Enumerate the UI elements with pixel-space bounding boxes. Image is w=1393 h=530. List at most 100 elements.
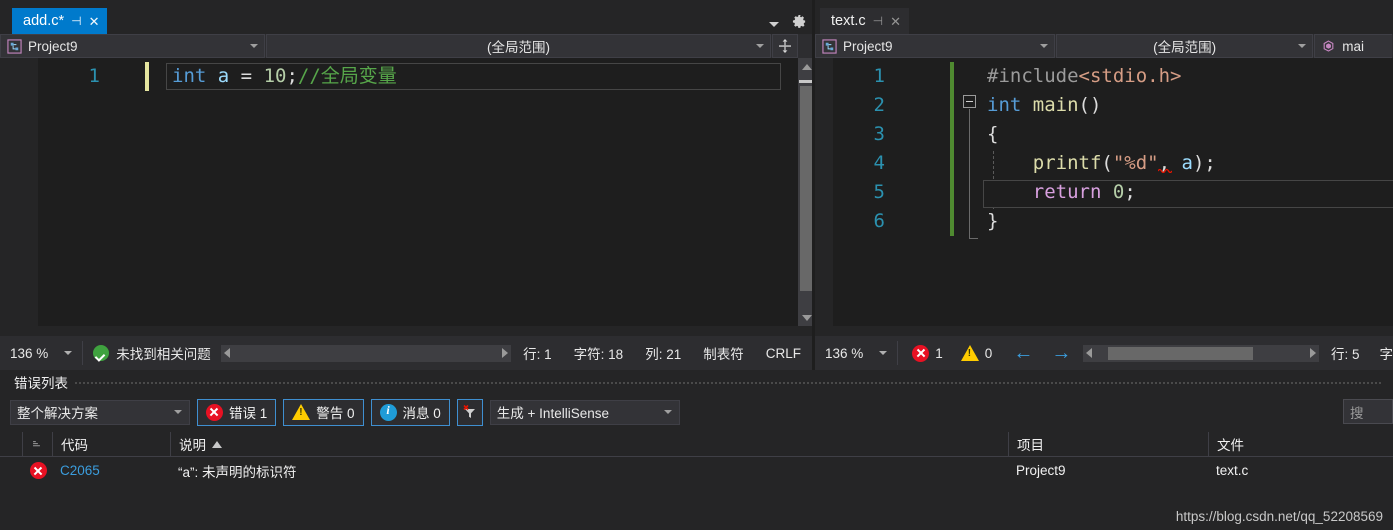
code-token: return [1032,181,1102,203]
tabstrip-actions-left [769,14,807,34]
column-header-code[interactable]: 代码 [52,432,170,456]
code-token: ); [1192,152,1216,174]
code-health-label: 未找到相关问题 [116,347,211,362]
warning-count-indicator[interactable]: 0 [952,345,1002,361]
column-header-severity[interactable] [22,432,52,456]
arrow-right-icon[interactable]: → [1051,343,1071,363]
split-view-icon[interactable] [772,34,798,58]
column-header-project[interactable]: 项目 [1008,432,1208,456]
member-dropdown-label: mai [1342,38,1365,54]
navbar-left: Project9 (全局范围) [0,34,815,58]
code-token: } [987,210,999,232]
build-filter-dropdown[interactable]: 生成 + IntelliSense [489,399,680,425]
sort-ascending-icon [212,440,222,448]
column-header-blank[interactable] [0,432,22,456]
close-icon[interactable]: ✕ [89,15,100,28]
line-number: 6 [873,210,885,232]
search-error-list-input[interactable]: 搜 [1343,399,1393,424]
code-editor-left[interactable]: 1 int a = 10;//全局变量 [0,58,815,326]
warnings-toggle-button[interactable]: 警告 0 [283,398,364,426]
row-code[interactable]: C2065 [52,463,170,478]
horizontal-scrollbar-right[interactable] [1083,344,1319,362]
code-text-right[interactable]: #include<stdio.h> int main(){ printf("%d"… [987,62,1216,236]
messages-toggle-button[interactable]: 消息 0 [370,398,450,426]
code-token: 10 [263,65,287,87]
chevron-down-icon [250,44,258,48]
code-token: "%d" [1112,152,1159,174]
navbar-right: Project9 (全局范围) mai [815,34,1393,58]
scrollbar-thumb[interactable] [1108,346,1254,360]
pin-icon[interactable]: ⊣ [71,15,81,27]
eol-indicator[interactable]: CRLF [766,346,801,361]
code-token: printf [1032,152,1102,174]
gear-icon[interactable] [792,14,807,34]
editor-status-left: 136 % 未找到相关问题 行: 1 字符: 18 列: 21 制表符 CRLF [0,336,815,370]
severity-sort-icon [33,440,40,446]
errors-toggle-button[interactable]: 错误 1 [197,398,277,426]
chevron-down-icon [756,44,764,48]
scroll-left-arrow[interactable] [1086,348,1093,358]
member-dropdown-right[interactable]: mai [1314,34,1392,58]
warning-icon [292,404,311,420]
project-dropdown-left[interactable]: Project9 [0,34,265,58]
error-icon [30,462,47,479]
tab-text-c[interactable]: text.c ⊣ ✕ [820,8,910,34]
editor-pane-right: text.c ⊣ ✕ Project9 (全局范围) mai 1 2 3 4 5… [815,0,1393,370]
chevron-down-icon [879,351,888,355]
code-line[interactable]: #include<stdio.h> [987,62,1216,91]
tab-add-c[interactable]: add.c* ⊣ ✕ [12,8,108,34]
line-number: 1 [88,65,100,87]
code-line[interactable]: { [987,120,1216,149]
column-header-description[interactable]: 说明 [170,432,1008,456]
scroll-left-arrow[interactable] [223,348,230,358]
code-line[interactable]: printf("%d", a); [987,149,1216,178]
error-squiggle-icon [1158,168,1172,173]
chevron-down-icon [64,351,73,355]
code-health-indicator[interactable]: 未找到相关问题 [83,343,221,363]
close-icon[interactable]: ✕ [890,15,901,28]
error-count-indicator[interactable]: 1 [898,344,952,362]
code-token: () [1078,94,1102,116]
char-indicator: 字 [1379,347,1393,362]
zoom-dropdown-right[interactable]: 136 % [815,340,897,366]
table-row[interactable]: C2065 “a”: 未声明的标识符 Project9 text.c [0,457,1393,484]
project-dropdown-right[interactable]: Project9 [815,34,1055,58]
drag-handle[interactable] [74,381,1383,386]
code-editor-right[interactable]: 123456 #include<stdio.h> int main(){ prin… [815,58,1393,326]
chevron-down-icon[interactable] [769,21,779,27]
code-line[interactable]: int main() [987,91,1216,120]
indent-indicator[interactable]: 制表符 [703,343,744,363]
code-token: ; [286,65,298,87]
info-icon [379,403,397,421]
errors-toggle-label: 错误 1 [229,406,268,421]
arrow-left-icon[interactable]: ← [1013,343,1033,363]
scroll-right-arrow[interactable] [502,348,509,358]
code-text-left[interactable]: int a = 10;//全局变量 [172,62,397,91]
scope-filter-dropdown[interactable]: 整个解决方案 [10,399,190,425]
clear-filter-button[interactable] [456,398,483,426]
project-dropdown-label: Project9 [843,38,893,54]
scope-dropdown-left[interactable]: (全局范围) [266,34,771,58]
column-header-file[interactable]: 文件 [1208,432,1393,456]
code-token: ( [1101,152,1113,174]
code-token: ; [1124,181,1136,203]
code-token: a [217,65,230,87]
code-token: int [987,94,1022,116]
editor-pane-left: add.c* ⊣ ✕ Project9 (全局范围) 1 int a = 10;… [0,0,815,370]
method-icon [1321,39,1336,54]
scope-dropdown-right[interactable]: (全局范围) [1055,34,1314,58]
error-list-header-row: 代码 说明 项目 文件 [0,432,1393,457]
horizontal-scrollbar-left[interactable] [220,344,512,362]
code-line[interactable]: return 0; [987,178,1216,207]
code-line[interactable]: int a = 10;//全局变量 [172,62,397,91]
watermark: https://blog.csdn.net/qq_52208569 [1175,509,1383,524]
code-line[interactable]: } [987,207,1216,236]
zoom-dropdown-left[interactable]: 136 % [0,340,82,366]
error-list-header[interactable]: 错误列表 [0,370,1393,394]
scroll-right-arrow[interactable] [1309,348,1316,358]
collapse-toggle-icon[interactable] [963,95,976,108]
pin-icon[interactable]: ⊣ [873,15,883,27]
chevron-down-icon [663,410,672,414]
error-code-link[interactable]: C2065 [60,463,100,478]
